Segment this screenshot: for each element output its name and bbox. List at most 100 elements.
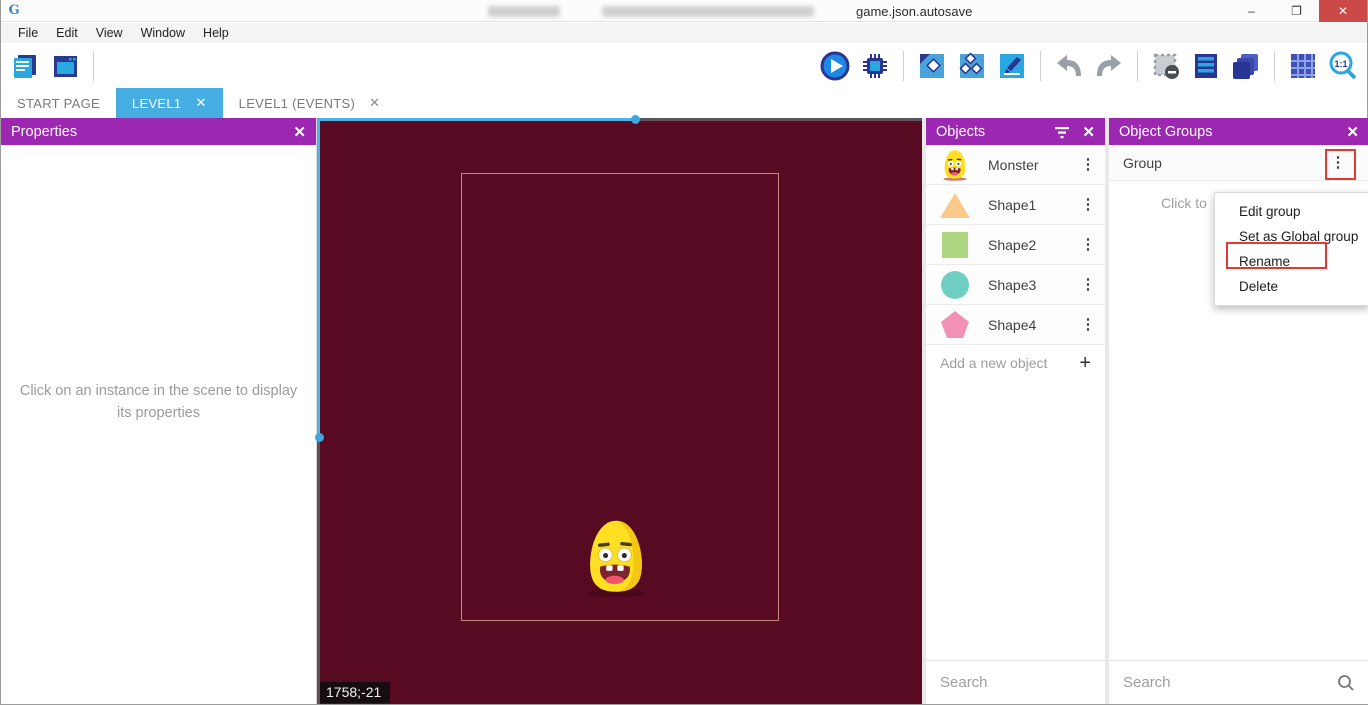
toolbar-separator: [1137, 51, 1138, 81]
window-title-text: game.json.autosave: [856, 4, 972, 19]
close-button[interactable]: ✕: [1319, 0, 1367, 22]
minimize-button[interactable]: –: [1229, 0, 1274, 22]
object-groups-panel: Object Groups ✕ Group ⋮ Click to Edit gr…: [1109, 118, 1368, 704]
monster-thumbnail-icon: [938, 148, 972, 182]
group-name: Group: [1123, 155, 1327, 171]
horizontal-scrollbar[interactable]: [317, 118, 635, 121]
layers-icon[interactable]: [1230, 50, 1262, 82]
tab-close-icon[interactable]: ✕: [195, 95, 206, 111]
objects-panel: Objects ✕: [926, 118, 1105, 704]
search-icon: [1337, 674, 1355, 692]
cursor-coordinates: 1758;-21: [320, 682, 390, 703]
object-menu-icon[interactable]: ⋮: [1077, 238, 1099, 251]
menu-item-rename[interactable]: Rename: [1215, 249, 1368, 274]
menu-item-delete[interactable]: Delete: [1215, 274, 1368, 299]
objects-title: Objects: [936, 124, 985, 140]
project-manager-icon[interactable]: [9, 50, 41, 82]
group-hint-text: Click to: [1161, 195, 1207, 211]
monster-instance[interactable]: [581, 518, 651, 598]
object-menu-icon[interactable]: ⋮: [1077, 158, 1099, 171]
scene-canvas[interactable]: 1758;-21: [317, 118, 922, 704]
add-new-object-label: Add a new object: [940, 355, 1079, 371]
editor-tab-bar: START PAGE LEVEL1✕ LEVEL1 (EVENTS)✕: [1, 88, 1367, 118]
object-name: Shape1: [988, 197, 1077, 213]
redacted-title-segment: [488, 6, 560, 17]
plus-icon: +: [1079, 352, 1091, 375]
objects-header: Objects ✕: [926, 118, 1105, 145]
undo-icon[interactable]: [1053, 50, 1085, 82]
menu-window[interactable]: Window: [132, 26, 194, 40]
object-row-shape4[interactable]: Shape4 ⋮: [926, 305, 1105, 345]
object-groups-title: Object Groups: [1119, 124, 1213, 140]
triangle-thumbnail-icon: [938, 188, 972, 222]
objects-list-icon[interactable]: [1190, 50, 1222, 82]
redo-icon[interactable]: [1093, 50, 1125, 82]
gdevelop-logo-icon: G: [6, 3, 22, 19]
menu-bar: File Edit View Window Help: [1, 23, 1367, 43]
group-row[interactable]: Group ⋮: [1109, 145, 1368, 181]
menu-edit[interactable]: Edit: [47, 26, 87, 40]
properties-header: Properties ✕: [1, 118, 316, 145]
edit-scene-icon[interactable]: [996, 50, 1028, 82]
tab-close-icon[interactable]: ✕: [369, 95, 380, 111]
vertical-scroll-handle[interactable]: [315, 433, 324, 442]
objects-editor-icon[interactable]: [916, 50, 948, 82]
menu-view[interactable]: View: [87, 26, 132, 40]
tab-level1-events[interactable]: LEVEL1 (EVENTS)✕: [223, 88, 397, 118]
close-panel-icon[interactable]: ✕: [1082, 123, 1095, 141]
object-row-monster[interactable]: Monster ⋮: [926, 145, 1105, 185]
group-menu-icon[interactable]: ⋮: [1327, 156, 1349, 169]
object-name: Shape4: [988, 317, 1077, 333]
menu-item-set-global-group[interactable]: Set as Global group: [1215, 224, 1368, 249]
vertical-scrollbar[interactable]: [317, 118, 320, 438]
horizontal-scroll-handle[interactable]: [631, 115, 640, 124]
object-row-shape2[interactable]: Shape2 ⋮: [926, 225, 1105, 265]
object-row-shape3[interactable]: Shape3 ⋮: [926, 265, 1105, 305]
object-name: Shape3: [988, 277, 1077, 293]
window-title: game.json.autosave: [488, 0, 972, 22]
object-name: Monster: [988, 157, 1077, 173]
toolbar-separator: [93, 51, 94, 81]
zoom-original-icon[interactable]: 1:1: [1327, 50, 1359, 82]
start-page-icon[interactable]: [49, 50, 81, 82]
circle-thumbnail-icon: [938, 268, 972, 302]
object-menu-icon[interactable]: ⋮: [1077, 318, 1099, 331]
application-window: G game.json.autosave – ❐ ✕ File Edit Vie…: [0, 0, 1368, 705]
properties-title: Properties: [11, 124, 77, 140]
menu-help[interactable]: Help: [194, 26, 238, 40]
delete-instances-icon[interactable]: [1150, 50, 1182, 82]
title-bar: G game.json.autosave – ❐ ✕: [1, 0, 1367, 22]
close-panel-icon[interactable]: ✕: [293, 123, 306, 141]
instances-list-icon[interactable]: [956, 50, 988, 82]
objects-search-row: [926, 660, 1105, 704]
restore-button[interactable]: ❐: [1274, 0, 1319, 22]
properties-panel: Properties ✕ Click on an instance in the…: [1, 118, 317, 704]
tab-start-page[interactable]: START PAGE: [1, 88, 116, 118]
pentagon-thumbnail-icon: [938, 308, 972, 342]
menu-item-edit-group[interactable]: Edit group: [1215, 199, 1368, 224]
object-menu-icon[interactable]: ⋮: [1077, 278, 1099, 291]
menu-file[interactable]: File: [9, 26, 47, 40]
close-panel-icon[interactable]: ✕: [1346, 123, 1359, 141]
debugger-icon[interactable]: [859, 50, 891, 82]
object-menu-icon[interactable]: ⋮: [1077, 198, 1099, 211]
object-groups-header: Object Groups ✕: [1109, 118, 1368, 145]
groups-search-input[interactable]: [1123, 674, 1337, 691]
grid-icon[interactable]: [1287, 50, 1319, 82]
properties-empty-message: Click on an instance in the scene to dis…: [19, 380, 298, 424]
vertical-scrollbar-track[interactable]: [317, 438, 320, 704]
object-name: Shape2: [988, 237, 1077, 253]
svg-text:1:1: 1:1: [1334, 59, 1347, 69]
square-thumbnail-icon: [938, 228, 972, 262]
filter-icon[interactable]: [1054, 125, 1070, 139]
toolbar-separator: [1040, 51, 1041, 81]
main-toolbar: 1:1: [1, 43, 1367, 88]
group-context-menu: Edit group Set as Global group Rename De…: [1214, 192, 1368, 306]
toolbar-separator: [1274, 51, 1275, 81]
redacted-title-segment: [602, 6, 814, 17]
play-icon[interactable]: [819, 50, 851, 82]
horizontal-scrollbar-track[interactable]: [635, 118, 922, 121]
tab-level1[interactable]: LEVEL1✕: [116, 88, 223, 118]
add-new-object-button[interactable]: Add a new object +: [926, 345, 1105, 381]
object-row-shape1[interactable]: Shape1 ⋮: [926, 185, 1105, 225]
